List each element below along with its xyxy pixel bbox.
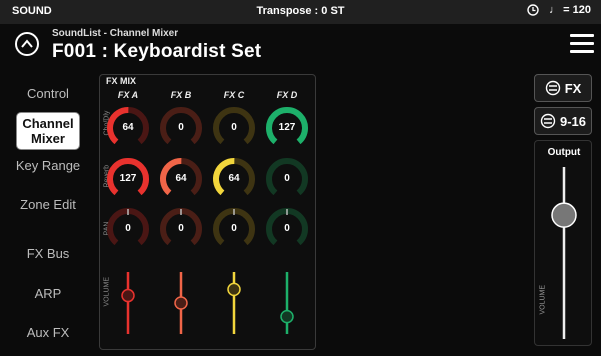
output-volume-slider[interactable] — [549, 163, 579, 343]
sidebar-item-arp[interactable]: ARP — [10, 286, 86, 301]
column-header-fx-a: FX A — [117, 90, 139, 100]
output-title: Output — [547, 147, 581, 158]
sidebar-item-zone-edit[interactable]: Zone Edit — [10, 197, 86, 212]
knob-pan-fx-a[interactable]: 0 — [105, 206, 151, 252]
output-panel: Output VOLUME — [534, 140, 592, 346]
sidebar-item-fx-bus[interactable]: FX Bus — [10, 246, 86, 261]
row-label-volume: VOLUME — [103, 276, 111, 307]
sidebar-item-channel-mixer[interactable]: Channel Mixer — [17, 113, 79, 149]
knob-cho-dly-fx-b[interactable]: 0 — [158, 105, 204, 151]
collapse-button[interactable] — [15, 32, 39, 56]
knob-cho-dly-fx-d[interactable]: 127 — [264, 105, 310, 151]
status-bar: SOUND Transpose : 0 ST ♩ = 120 — [0, 0, 601, 24]
knob-pan-fx-b[interactable]: 0 — [158, 206, 204, 252]
fx-mix-panel: FX MIX FX A FX B FX C FX D Cho/Dly Rever… — [99, 74, 316, 350]
volume-slider-fx-a[interactable] — [113, 268, 143, 338]
chevron-up-icon — [21, 39, 33, 48]
fx-button-label: FX — [564, 80, 582, 96]
fx-mix-title: FX MIX — [106, 76, 137, 86]
knob-cho-dly-fx-a[interactable]: 64 — [105, 105, 151, 151]
volume-slider-fx-c[interactable] — [219, 268, 249, 338]
sidebar-item-control[interactable]: Control — [10, 86, 86, 101]
sidebar-item-key-range[interactable]: Key Range — [10, 158, 86, 173]
knob-cho-dly-fx-c[interactable]: 0 — [211, 105, 257, 151]
fx-button[interactable]: FX — [534, 74, 592, 102]
volume-slider-fx-d[interactable] — [272, 268, 302, 338]
column-header-fx-d: FX D — [276, 90, 298, 100]
metronome-icon — [527, 4, 539, 16]
transpose-readout: Transpose : 0 ST — [256, 5, 345, 17]
knob-pan-fx-c[interactable]: 0 — [211, 206, 257, 252]
volume-slider-fx-b[interactable] — [166, 268, 196, 338]
output-volume-label: VOLUME — [539, 284, 547, 315]
channel-range-label: 9-16 — [559, 113, 587, 129]
fader-icon — [540, 113, 556, 129]
knob-reverb-fx-d[interactable]: 0 — [264, 156, 310, 202]
knob-reverb-fx-b[interactable]: 64 — [158, 156, 204, 202]
knob-reverb-fx-c[interactable]: 64 — [211, 156, 257, 202]
header: SoundList - Channel Mixer F001 : Keyboar… — [0, 24, 601, 66]
knob-pan-fx-d[interactable]: 0 — [264, 206, 310, 252]
sidebar-item-aux-fx[interactable]: Aux FX — [10, 325, 86, 340]
channel-range-button[interactable]: 9-16 — [534, 107, 592, 135]
hamburger-icon — [570, 34, 594, 37]
breadcrumb: SoundList - Channel Mixer — [52, 28, 179, 39]
tempo-readout: ♩ = 120 — [549, 4, 591, 16]
menu-button[interactable] — [570, 34, 594, 54]
page-title: F001 : Keyboardist Set — [52, 41, 262, 62]
column-header-fx-c: FX C — [223, 90, 245, 100]
column-header-fx-b: FX B — [170, 90, 192, 100]
knob-reverb-fx-a[interactable]: 127 — [105, 156, 151, 202]
fader-icon — [545, 80, 560, 96]
status-right: ♩ = 120 — [527, 4, 591, 16]
